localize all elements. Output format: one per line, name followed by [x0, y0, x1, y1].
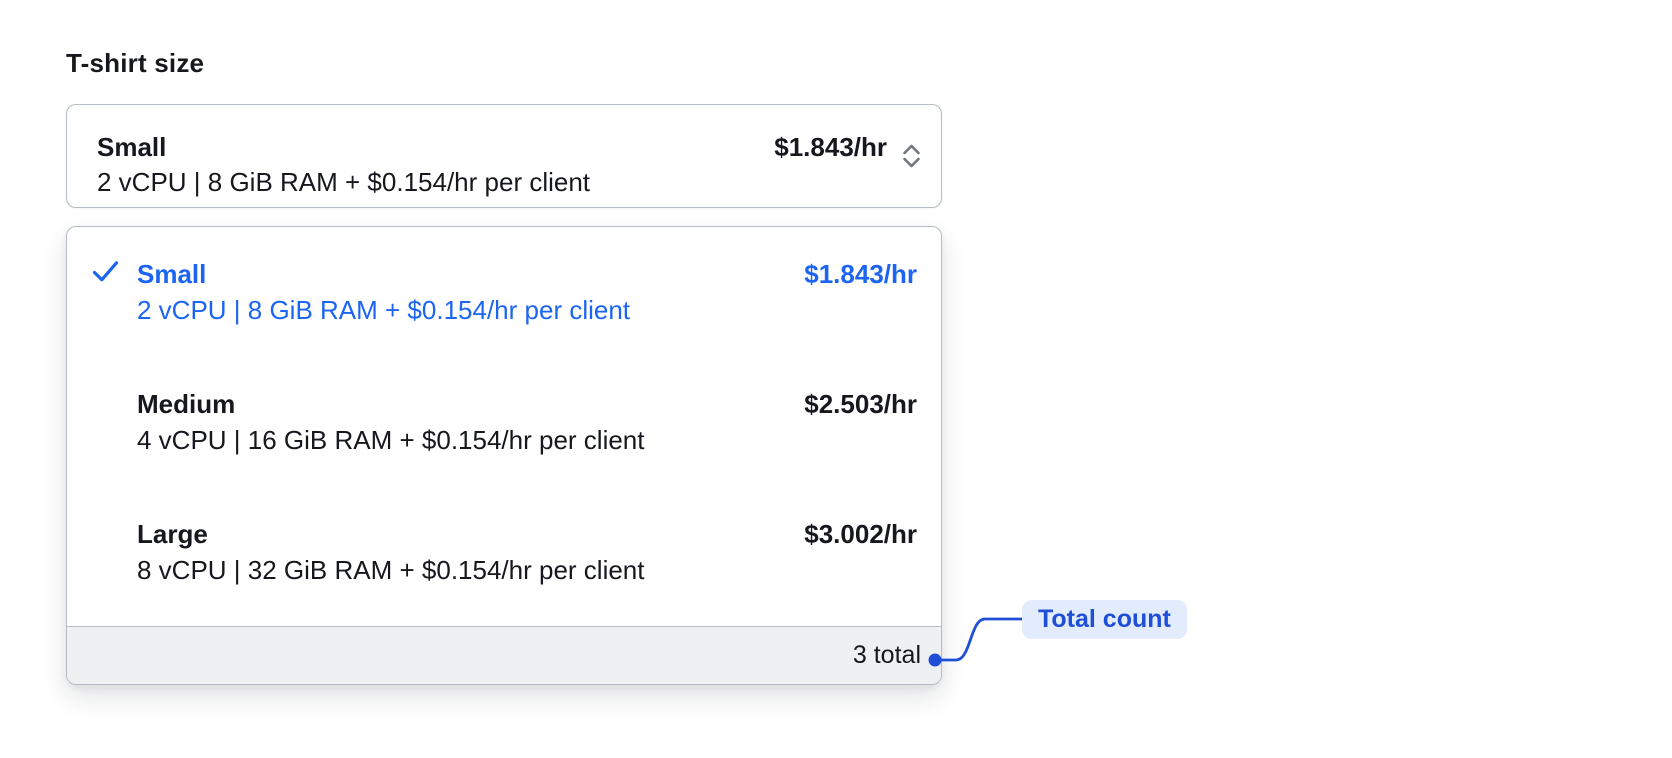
- option-name: Small: [137, 259, 207, 289]
- check-icon: [92, 261, 119, 282]
- option-large[interactable]: Large $3.002/hr 8 vCPU | 32 GiB RAM + $0…: [67, 487, 941, 617]
- total-count: 3 total: [852, 641, 921, 669]
- option-description: 4 vCPU | 16 GiB RAM + $0.154/hr per clie…: [137, 425, 645, 455]
- chevron-up-down-icon: [903, 144, 920, 168]
- selected-option-summary: Small 2 vCPU | 8 GiB RAM + $0.154/hr per…: [97, 130, 590, 200]
- option-price: $2.503/hr: [804, 389, 917, 419]
- selected-option-description: 2 vCPU | 8 GiB RAM + $0.154/hr per clien…: [97, 167, 591, 197]
- field-label: T-shirt size: [66, 48, 205, 78]
- selected-option-name: Small: [97, 132, 167, 162]
- option-description: 2 vCPU | 8 GiB RAM + $0.154/hr per clien…: [137, 295, 631, 325]
- option-small[interactable]: Small $1.843/hr 2 vCPU | 8 GiB RAM + $0.…: [67, 227, 941, 357]
- page: T-shirt size Small 2 vCPU | 8 GiB RAM + …: [0, 0, 1672, 758]
- option-price: $1.843/hr: [804, 259, 917, 289]
- option-medium[interactable]: Medium $2.503/hr 4 vCPU | 16 GiB RAM + $…: [67, 357, 941, 487]
- option-list: Small $1.843/hr 2 vCPU | 8 GiB RAM + $0.…: [67, 227, 941, 626]
- annotation-label: Total count: [1022, 600, 1187, 639]
- dropdown-footer: 3 total: [67, 626, 941, 684]
- option-name: Medium: [137, 389, 236, 419]
- size-select-trigger[interactable]: Small 2 vCPU | 8 GiB RAM + $0.154/hr per…: [66, 104, 942, 208]
- option-price: $3.002/hr: [804, 519, 917, 549]
- annotation-dot-connector: [928, 617, 1025, 667]
- option-name: Large: [137, 519, 208, 549]
- selected-option-price: $1.843/hr: [774, 132, 887, 162]
- option-description: 8 vCPU | 32 GiB RAM + $0.154/hr per clie…: [137, 555, 645, 585]
- size-select-dropdown: Small $1.843/hr 2 vCPU | 8 GiB RAM + $0.…: [66, 226, 942, 685]
